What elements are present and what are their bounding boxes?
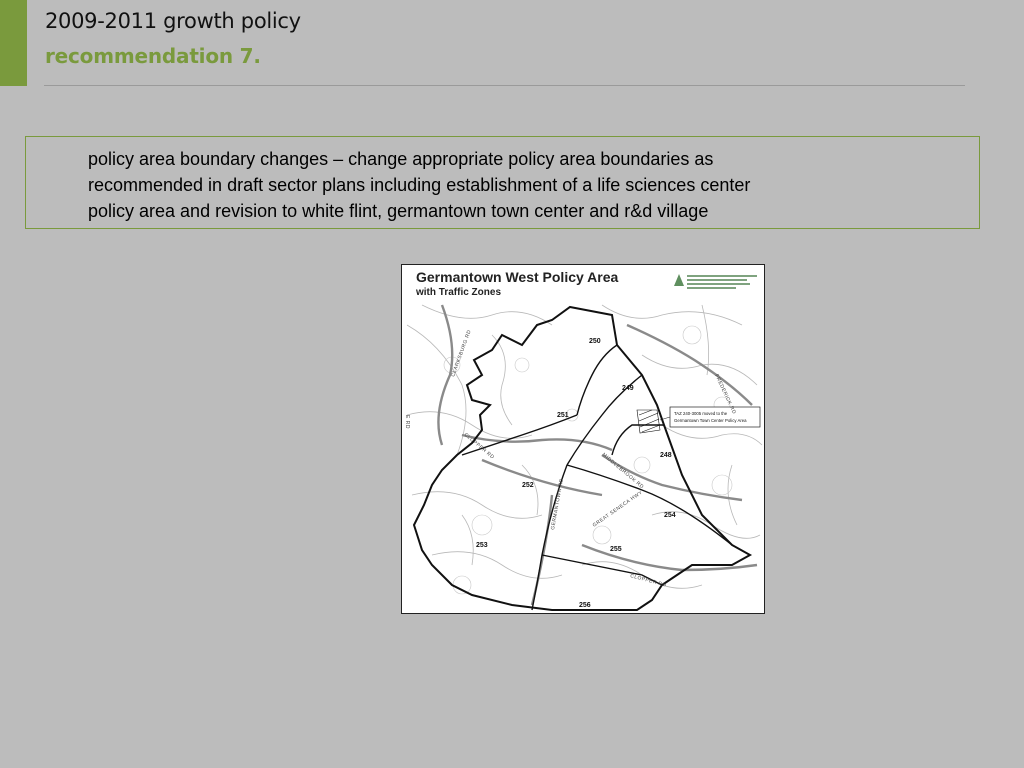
- policy-area-map: TAZ 240-3005 moved to the Germantown Tow…: [401, 264, 765, 614]
- map-title: Germantown West Policy Area: [416, 269, 619, 285]
- zone-label-251: 251: [557, 412, 569, 419]
- road-label-clarksburg: CLARKSBURG RD: [450, 329, 473, 378]
- zone-label-252: 252: [522, 482, 534, 489]
- map-drawing: TAZ 240-3005 moved to the Germantown Tow…: [404, 304, 763, 611]
- recommendation-text-box: policy area boundary changes – change ap…: [25, 136, 980, 229]
- zone-label-253: 253: [476, 542, 488, 549]
- title-divider: [44, 85, 965, 86]
- road-label-edge: E RD: [404, 415, 410, 429]
- planning-logo-icon: [674, 274, 684, 286]
- zone-label-248: 248: [660, 452, 672, 459]
- zone-label-255: 255: [610, 546, 622, 553]
- recommendation-body-text: policy area boundary changes – change ap…: [88, 149, 751, 221]
- road-label-germantown: GERMANTOWN RD: [550, 478, 565, 530]
- road-label-clopper-east: CLOPPER RD: [629, 573, 667, 589]
- planning-logo-text-lines: [687, 275, 757, 291]
- zone-label-256: 256: [579, 602, 591, 609]
- title-accent-bar: [0, 0, 27, 86]
- map-subtitle: with Traffic Zones: [416, 287, 502, 298]
- map-callout-line2: Germantown Town Center Policy Area: [674, 418, 747, 423]
- zone-label-250: 250: [589, 338, 601, 345]
- slide-title: 2009-2011 growth policy: [45, 9, 301, 33]
- zone-label-254: 254: [664, 512, 676, 519]
- slide-subtitle: recommendation 7.: [45, 44, 261, 68]
- zone-label-249: 249: [622, 385, 634, 392]
- map-callout-line1: TAZ 240-3005 moved to the: [674, 411, 728, 416]
